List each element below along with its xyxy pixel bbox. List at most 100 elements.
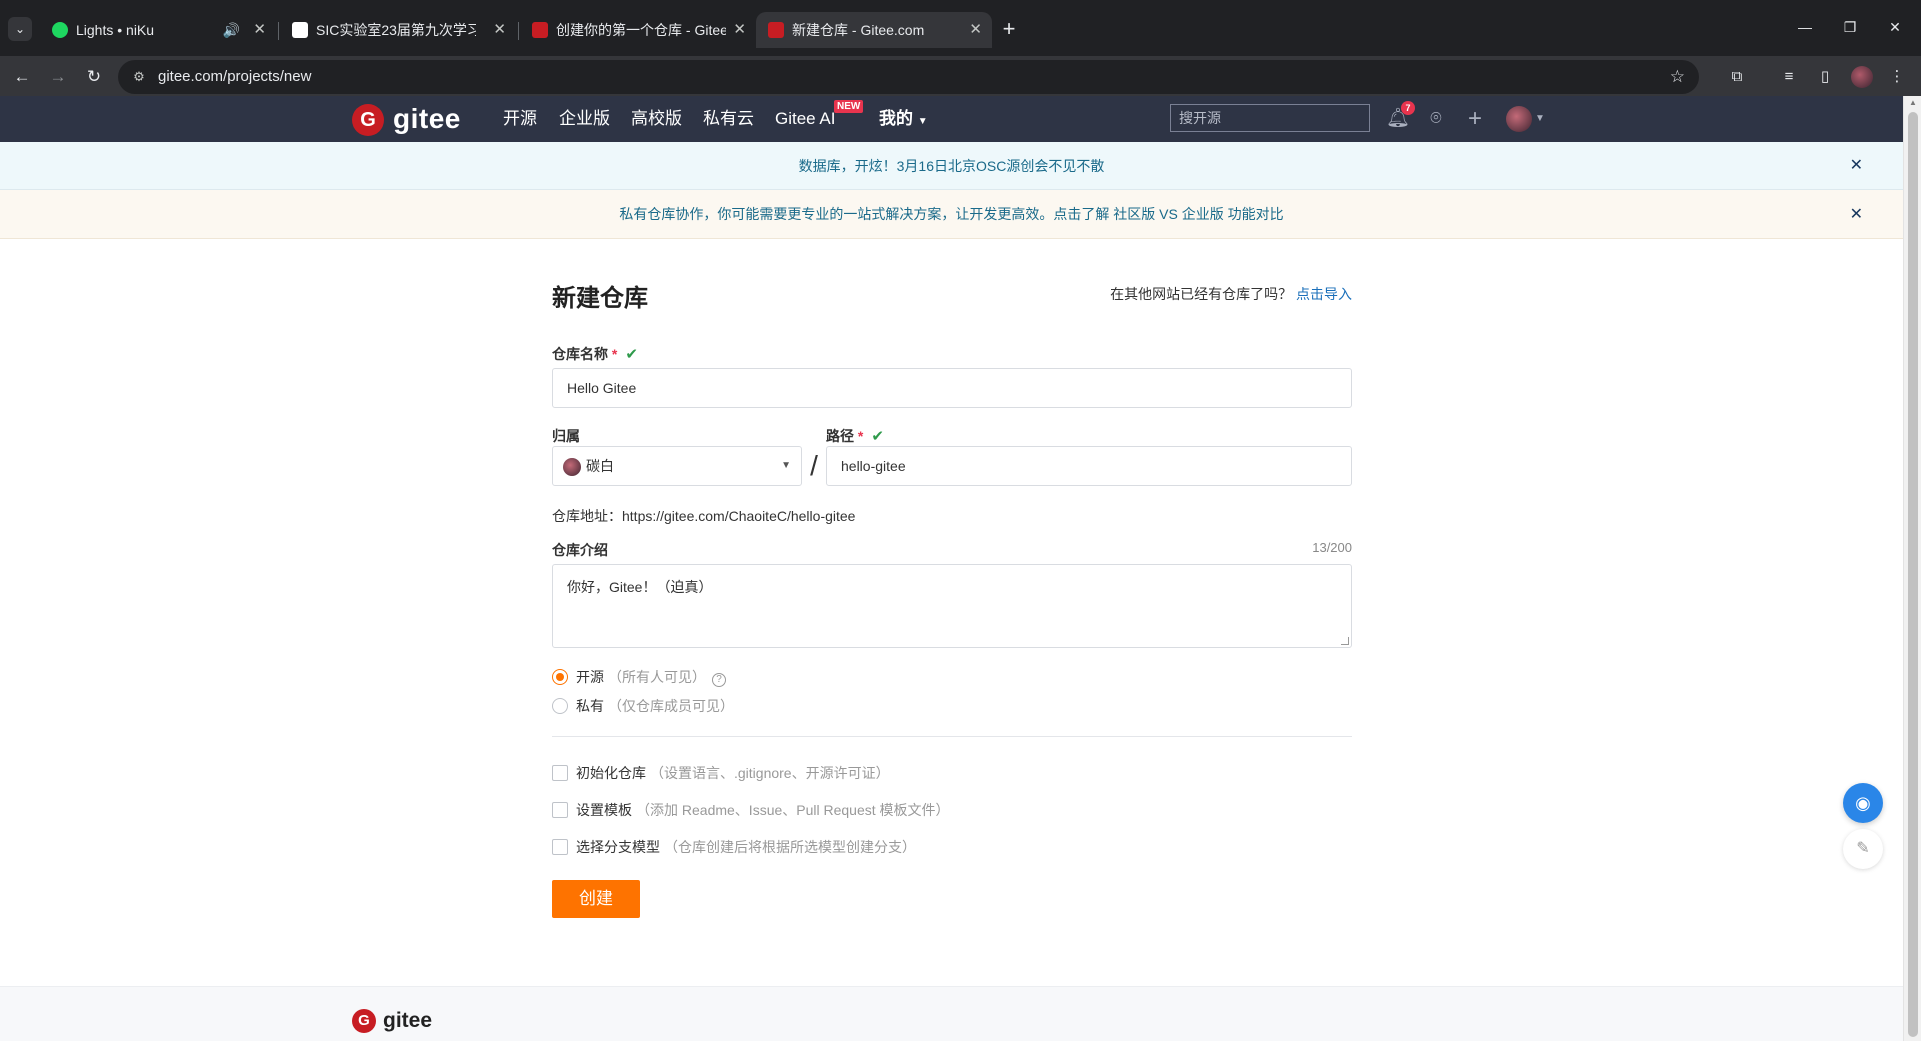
path-value: hello-gitee (841, 458, 906, 474)
minimize-icon[interactable]: — (1790, 14, 1820, 40)
template-option[interactable]: 设置模板 （添加 Readme、Issue、Pull Request 模板文件） (552, 801, 950, 819)
scroll-up-icon[interactable]: ▲ (1909, 98, 1917, 107)
help-icon[interactable]: ? (712, 673, 726, 687)
path-label-text: 路径 (826, 428, 854, 444)
notice-banner: 数据库，开炫！3月16日北京OSC源创会不见不散 ✕ (0, 142, 1903, 190)
path-input[interactable]: hello-gitee (826, 446, 1352, 486)
search-input[interactable]: 搜开源 (1170, 104, 1370, 132)
import-prompt: 在其他网站已经有仓库了吗？ 点击导入 (1110, 284, 1352, 304)
footer-logo-text: gitee (383, 1009, 433, 1032)
caret-down-icon: ▼ (917, 116, 928, 127)
caret-down-icon: ▼ (781, 460, 791, 471)
spotify-icon (52, 22, 68, 38)
url-text[interactable]: gitee.com/projects/new (158, 60, 311, 94)
cat-icon (292, 22, 308, 38)
notification-count-badge: 7 (1401, 101, 1415, 115)
nav-education[interactable]: 高校版 (631, 96, 682, 142)
menu-kebab-icon[interactable]: ⋮ (1886, 66, 1908, 88)
nav-mine[interactable]: 我的 ▼ (879, 96, 928, 145)
feedback-edit-icon[interactable]: ✎ (1843, 829, 1883, 869)
checkbox[interactable] (552, 839, 568, 855)
init-repo-label: 初始化仓库 (576, 765, 646, 781)
tab-title: 创建你的第一个仓库 - Gitee.co (556, 22, 726, 38)
new-tab-button[interactable]: + (994, 12, 1024, 48)
site-info-icon[interactable]: ⚙ (130, 68, 148, 86)
nav-open-source[interactable]: 开源 (503, 96, 537, 142)
forward-icon[interactable]: → (45, 64, 71, 90)
browser-tab-3[interactable]: 创建你的第一个仓库 - Gitee.co ✕ (520, 12, 756, 48)
media-control-icon[interactable]: ≡ (1778, 66, 1800, 88)
path-label: 路径 * ✔ (826, 428, 884, 445)
owner-select[interactable]: 碳白 ▼ (552, 446, 802, 486)
branch-model-option[interactable]: 选择分支模型 （仓库创建后将根据所选模型创建分支） (552, 838, 916, 856)
visibility-private-hint: （仅仓库成员可见） (608, 698, 734, 714)
radio-checked[interactable] (552, 669, 568, 685)
repo-address-value: https://gitee.com/ChaoiteC/hello-gitee (622, 508, 856, 524)
close-icon[interactable]: ✕ (733, 12, 746, 48)
visibility-private-option[interactable]: 私有 （仅仓库成员可见） (552, 697, 734, 715)
bookmark-star-icon[interactable]: ☆ (1670, 60, 1685, 94)
check-icon: ✔ (871, 428, 884, 445)
create-button[interactable]: 创建 (552, 880, 640, 918)
close-icon[interactable]: ✕ (253, 12, 266, 48)
back-icon[interactable]: ← (9, 64, 35, 90)
reload-icon[interactable]: ↻ (81, 64, 107, 90)
extensions-icon[interactable]: ⧉ (1726, 66, 1748, 88)
window-close-icon[interactable]: ✕ (1880, 14, 1910, 40)
repo-address-label: 仓库地址： (552, 508, 622, 524)
path-separator: / (810, 450, 818, 481)
repo-name-value: Hello Gitee (567, 380, 637, 396)
gitee-favicon-icon (768, 22, 784, 38)
user-avatar[interactable] (1506, 106, 1532, 132)
radio-unchecked[interactable] (552, 698, 568, 714)
restore-icon[interactable]: ❐ (1835, 14, 1865, 40)
plus-icon[interactable]: + (1463, 106, 1487, 132)
resize-handle[interactable] (1341, 637, 1349, 645)
tab-title: SIC实验室23届第九次学习目标 (316, 22, 476, 38)
scrollbar-thumb[interactable] (1908, 112, 1918, 1037)
check-icon: ✔ (625, 346, 638, 363)
browser-tab-active[interactable]: 新建仓库 - Gitee.com ✕ (756, 12, 992, 48)
browser-tab-1[interactable]: Lights • niKu 🔊 ✕ (40, 12, 276, 48)
caret-down-icon[interactable]: ▼ (1535, 106, 1545, 132)
nav-gitee-ai[interactable]: Gitee AI (775, 96, 835, 142)
repo-name-label: 仓库名称 * ✔ (552, 346, 638, 363)
close-icon[interactable]: ✕ (1850, 190, 1863, 239)
owner-avatar (563, 458, 581, 476)
owner-label: 归属 (552, 428, 580, 444)
gitee-g-icon: G (352, 1009, 376, 1033)
close-icon[interactable]: ✕ (969, 12, 982, 48)
tab-title: Lights • niKu (76, 22, 155, 38)
close-icon[interactable]: ✕ (1850, 142, 1863, 190)
speaker-icon[interactable]: 🔊 (223, 12, 240, 48)
template-hint: （添加 Readme、Issue、Pull Request 模板文件） (636, 802, 950, 818)
description-textarea[interactable]: 你好，Gitee！（迫真） (552, 564, 1352, 648)
nav-private-cloud[interactable]: 私有云 (703, 96, 754, 142)
visibility-public-option[interactable]: 开源 （所有人可见）? (552, 668, 726, 687)
nav-enterprise[interactable]: 企业版 (559, 96, 610, 142)
visibility-public-hint: （所有人可见） (608, 669, 706, 685)
page-title: 新建仓库 (552, 285, 648, 312)
new-badge: NEW (834, 100, 864, 113)
init-repo-option[interactable]: 初始化仓库 （设置语言、.gitignore、开源许可证） (552, 764, 890, 782)
checkbox[interactable] (552, 765, 568, 781)
checkbox[interactable] (552, 802, 568, 818)
location-pin-icon[interactable]: ⌾ (1424, 106, 1448, 132)
visibility-public-label: 开源 (576, 669, 604, 685)
profile-avatar[interactable] (1851, 66, 1873, 88)
promo-link[interactable]: 私有仓库协作，你可能需要更专业的一站式解决方案，让开发更高效。点击了解 社区版 … (619, 206, 1283, 222)
side-panel-icon[interactable]: ▯ (1814, 66, 1836, 88)
notice-link[interactable]: 数据库，开炫！3月16日北京OSC源创会不见不散 (799, 158, 1105, 174)
tab-search-icon[interactable]: ⌄ (8, 17, 32, 41)
gitee-g-icon: G (352, 104, 384, 136)
close-icon[interactable]: ✕ (493, 12, 506, 48)
address-bar[interactable]: ⚙ gitee.com/projects/new ☆ (118, 60, 1699, 94)
import-link[interactable]: 点击导入 (1296, 286, 1352, 302)
search-placeholder: 搜开源 (1179, 110, 1221, 126)
nav-mine-label: 我的 (879, 109, 913, 128)
description-value: 你好，Gitee！（迫真） (567, 579, 713, 595)
repo-name-input[interactable]: Hello Gitee (552, 368, 1352, 408)
browser-tab-2[interactable]: SIC实验室23届第九次学习目标 ✕ (280, 12, 516, 48)
page-scrollbar[interactable]: ▲ (1903, 96, 1921, 1041)
chat-assistant-icon[interactable]: ◉ (1843, 783, 1883, 823)
